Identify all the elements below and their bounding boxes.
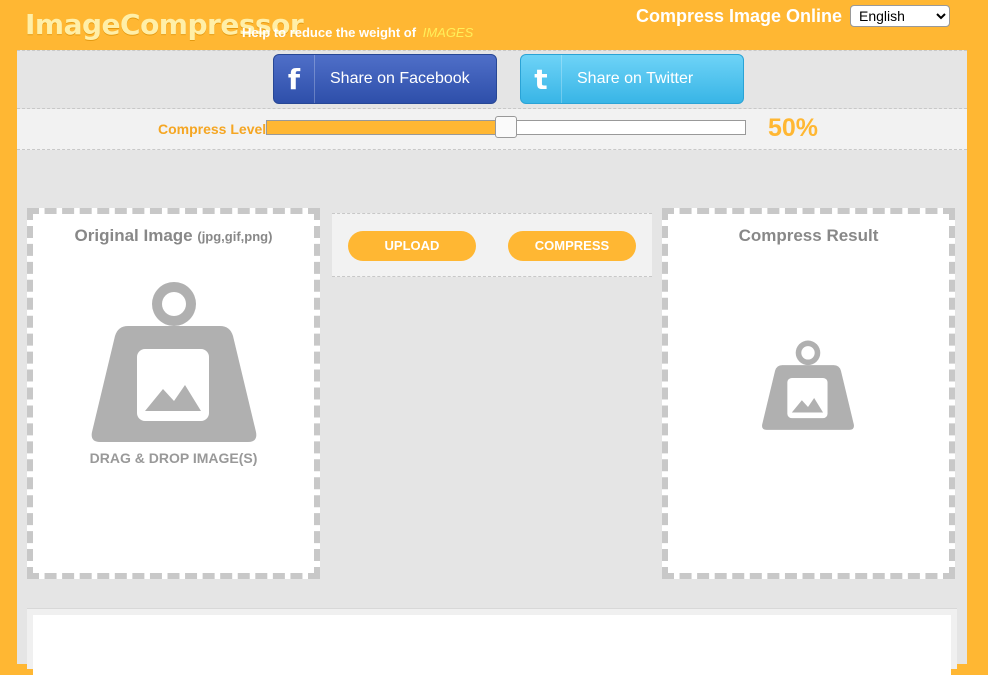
language-select[interactable]: English bbox=[850, 5, 950, 27]
compress-button[interactable]: COMPRESS bbox=[508, 231, 636, 261]
weight-image-icon bbox=[762, 340, 854, 430]
compress-result-panel: Compress Result bbox=[662, 208, 955, 579]
twitter-icon: t bbox=[521, 55, 562, 103]
tagline-accent: IMAGES bbox=[422, 25, 474, 40]
drag-drop-text: DRAG & DROP IMAGE(S) bbox=[89, 450, 258, 466]
slider-handle[interactable] bbox=[495, 116, 517, 138]
facebook-icon: f bbox=[274, 55, 315, 103]
share-bar: f Share on Facebook t Share on Twitter bbox=[17, 50, 967, 109]
original-image-title-text: Original Image bbox=[74, 226, 193, 245]
page-title[interactable]: Compress Image Online bbox=[636, 6, 842, 27]
share-facebook-button[interactable]: f Share on Facebook bbox=[273, 54, 497, 104]
main-panel: f Share on Facebook t Share on Twitter C… bbox=[17, 50, 967, 675]
info-content bbox=[33, 615, 951, 675]
compress-level-slider[interactable] bbox=[266, 116, 746, 138]
action-panel: UPLOAD COMPRESS bbox=[332, 213, 652, 277]
tagline-text: Help to reduce the weight of bbox=[242, 25, 417, 40]
compress-level-bar: Compress Level 50% bbox=[17, 109, 967, 150]
slider-fill bbox=[267, 121, 506, 134]
original-image-title: Original Image (jpg,gif,png) bbox=[33, 226, 314, 246]
info-section bbox=[27, 608, 957, 675]
compress-level-label: Compress Level bbox=[158, 121, 267, 137]
share-twitter-label: Share on Twitter bbox=[577, 70, 694, 87]
share-twitter-button[interactable]: t Share on Twitter bbox=[520, 54, 744, 104]
original-image-dropzone[interactable]: Original Image (jpg,gif,png) DRAG & DROP… bbox=[27, 208, 320, 579]
tagline: Help to reduce the weight of IMAGES bbox=[242, 25, 473, 40]
original-image-formats: (jpg,gif,png) bbox=[197, 229, 273, 244]
compress-level-value: 50% bbox=[768, 114, 819, 142]
share-facebook-label: Share on Facebook bbox=[330, 70, 470, 87]
weight-image-icon bbox=[91, 282, 257, 442]
compress-result-title: Compress Result bbox=[738, 226, 879, 245]
upload-button[interactable]: UPLOAD bbox=[348, 231, 476, 261]
